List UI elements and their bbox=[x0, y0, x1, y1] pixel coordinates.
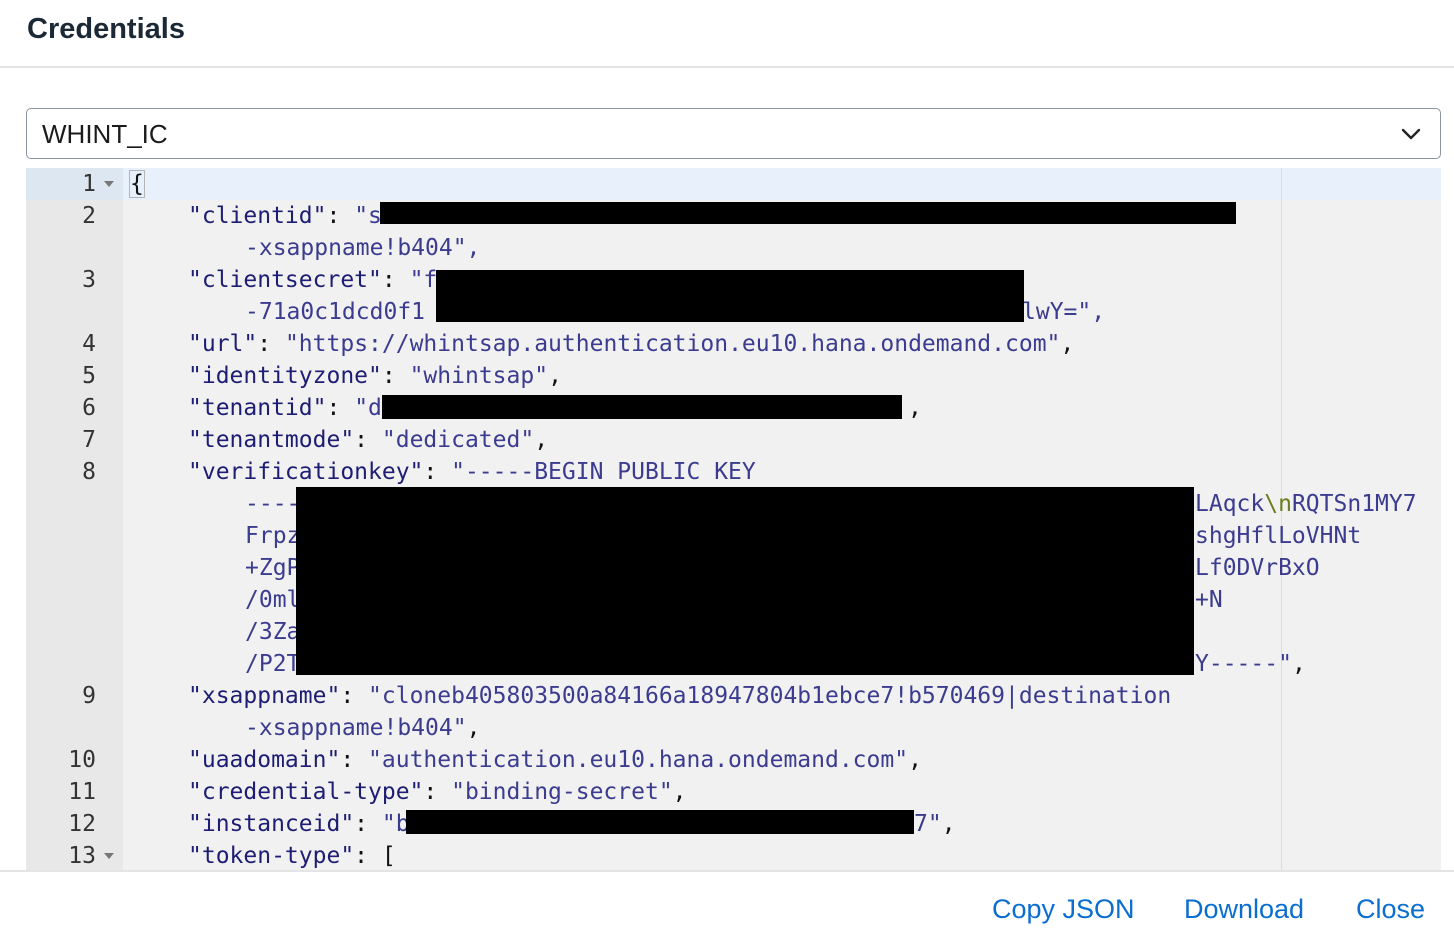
download-button[interactable]: Download bbox=[1184, 894, 1304, 925]
code-line-8-wrap-4: /0ml bbox=[245, 587, 301, 613]
code-line-3-wrap-end: lwY=", bbox=[1022, 299, 1106, 325]
dialog-title: Credentials bbox=[27, 13, 185, 45]
line-number: 1 bbox=[82, 171, 96, 197]
code-line-12-end: 7", bbox=[914, 811, 956, 837]
code-line-8-wrap-6-end: Y-----", bbox=[1195, 651, 1306, 677]
line-number: 12 bbox=[68, 811, 96, 837]
code-line-8: "verificationkey": "-----BEGIN PUBLIC KE… bbox=[188, 459, 756, 485]
fold-toggle-icon[interactable] bbox=[104, 853, 114, 859]
code-line-9: "xsappname": "cloneb405803500a84166a1894… bbox=[188, 683, 1172, 709]
line-number: 4 bbox=[82, 331, 96, 357]
line-number: 2 bbox=[82, 203, 96, 229]
code-line-3-wrap: -71a0c1dcd0f1 bbox=[245, 299, 426, 325]
redaction-block bbox=[382, 395, 902, 419]
code-line-10: "uaadomain": "authentication.eu10.hana.o… bbox=[188, 747, 922, 773]
dialog-footer: Copy JSON Download Close bbox=[0, 870, 1454, 942]
code-line-6-end: , bbox=[908, 395, 922, 421]
json-editor[interactable]: 1 2 3 4 5 6 7 8 9 10 11 12 13 { "clienti… bbox=[26, 168, 1441, 870]
code-line-11: "credential-type": "binding-secret", bbox=[188, 779, 687, 805]
active-line-highlight bbox=[26, 168, 1441, 200]
line-number: 5 bbox=[82, 363, 96, 389]
credential-select-value: WHINT_IC bbox=[42, 119, 168, 149]
code-line-8-wrap-6: /P2T bbox=[245, 651, 301, 677]
code-line-8-wrap-1-end: LAqck\nRQTSn1MY7 bbox=[1195, 491, 1417, 517]
code-line-13: "token-type": [ bbox=[188, 843, 396, 869]
code-line-8-wrap-4-end: +N bbox=[1195, 587, 1223, 613]
code-line-8-wrap-2: Frpz bbox=[245, 523, 301, 549]
dialog-header: Credentials bbox=[0, 0, 1454, 68]
code-line-8-wrap-2-end: shgHflLoVHNt bbox=[1195, 523, 1362, 549]
code-line-8-wrap-1: ---- bbox=[245, 491, 301, 517]
redaction-block bbox=[406, 810, 914, 834]
chevron-down-icon[interactable] bbox=[1400, 123, 1422, 145]
credential-select[interactable]: WHINT_IC bbox=[26, 108, 1441, 159]
close-button[interactable]: Close bbox=[1356, 894, 1425, 925]
code-line-8-wrap-5: /3Za bbox=[245, 619, 301, 645]
line-number: 10 bbox=[68, 747, 96, 773]
code-line-8-wrap-3-end: Lf0DVrBxO bbox=[1195, 555, 1320, 581]
code-line-1: { bbox=[129, 170, 145, 198]
code-line-8-wrap-3: +ZgP bbox=[245, 555, 301, 581]
code-line-2: "clientid": "s bbox=[188, 203, 382, 229]
code-line-7: "tenantmode": "dedicated", bbox=[188, 427, 549, 453]
redaction-block bbox=[436, 270, 1024, 322]
code-line-3: "clientsecret": "f bbox=[188, 267, 438, 293]
code-line-2-wrap: -xsappname!b404", bbox=[245, 235, 481, 261]
line-number: 8 bbox=[82, 459, 96, 485]
code-line-6: "tenantid": "d bbox=[188, 395, 382, 421]
code-line-12: "instanceid": "b bbox=[188, 811, 410, 837]
line-number: 7 bbox=[82, 427, 96, 453]
code-line-4: "url": "https://whintsap.authentication.… bbox=[188, 331, 1075, 357]
code-line-5: "identityzone": "whintsap", bbox=[188, 363, 562, 389]
line-number: 6 bbox=[82, 395, 96, 421]
line-number: 13 bbox=[68, 843, 96, 869]
copy-json-button[interactable]: Copy JSON bbox=[992, 894, 1135, 925]
line-number: 11 bbox=[68, 779, 96, 805]
line-number: 3 bbox=[82, 267, 96, 293]
fold-toggle-icon[interactable] bbox=[104, 181, 114, 187]
line-number: 9 bbox=[82, 683, 96, 709]
redaction-block bbox=[380, 202, 1236, 224]
code-line-9-wrap: -xsappname!b404", bbox=[245, 715, 481, 741]
redaction-block bbox=[296, 487, 1194, 675]
